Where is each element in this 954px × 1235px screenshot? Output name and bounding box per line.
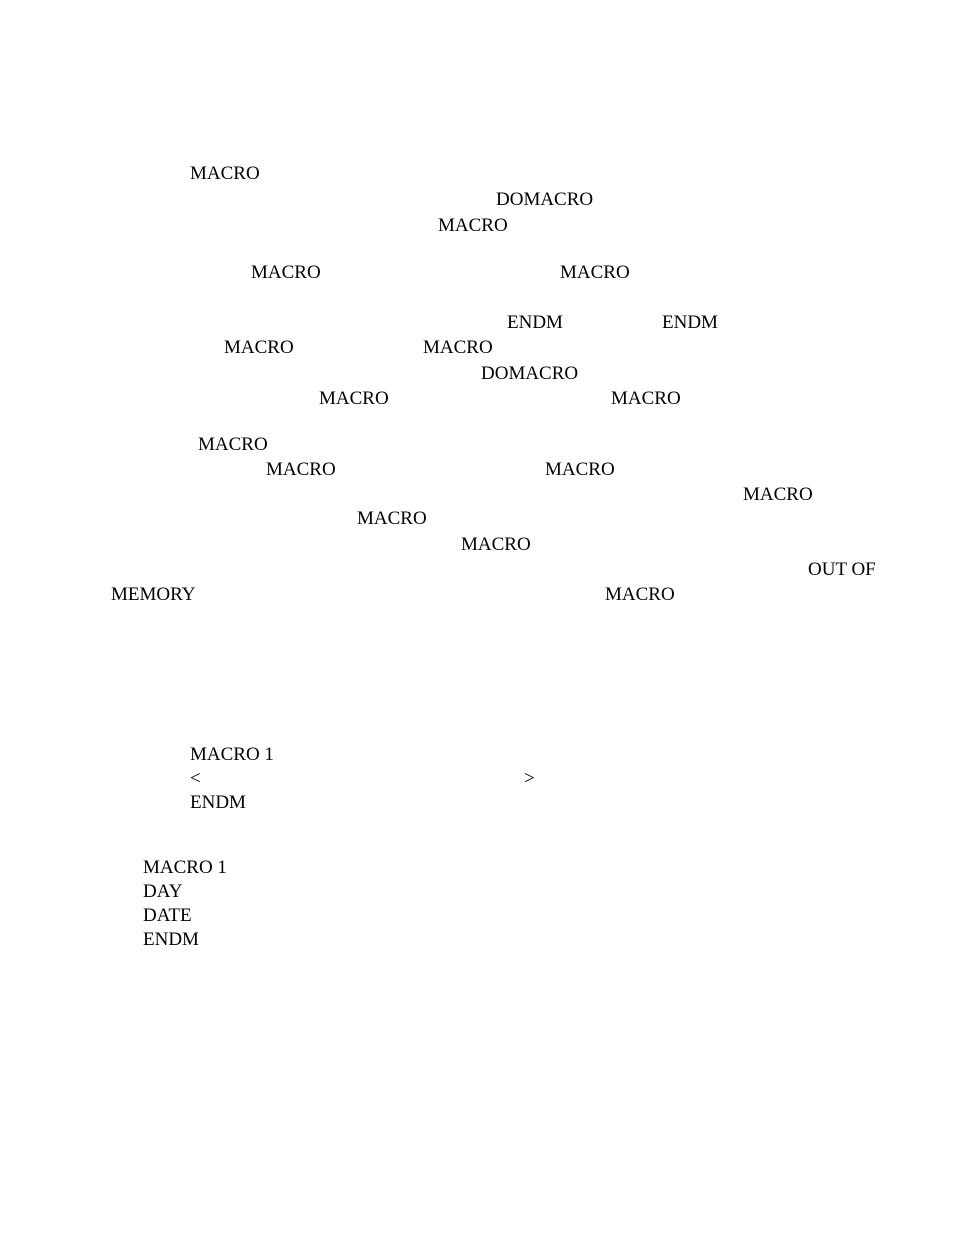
text-word: ENDM [662, 311, 718, 336]
text-word: MACRO [266, 458, 336, 483]
text-word: ENDM [190, 791, 246, 816]
text-word: MACRO [438, 214, 508, 239]
text-word: DOMACRO [496, 188, 593, 213]
text-word: MACRO [190, 162, 260, 187]
text-word: DOMACRO [481, 362, 578, 387]
text-word: MACRO [611, 387, 681, 412]
text-word: DATE [143, 904, 192, 929]
text-word: MACRO [461, 533, 531, 558]
text-word: MACRO [251, 261, 321, 286]
text-word: MACRO 1 [190, 743, 274, 768]
text-word: MACRO [545, 458, 615, 483]
text-word: ENDM [143, 928, 199, 953]
text-word: MACRO [743, 483, 813, 508]
text-word: > [524, 767, 535, 792]
text-word: DAY [143, 880, 182, 905]
text-word: MACRO [423, 336, 493, 361]
text-word: OUT OF [808, 558, 876, 583]
text-word: MACRO [198, 433, 268, 458]
text-word: MACRO [319, 387, 389, 412]
text-word: MACRO 1 [143, 856, 227, 881]
text-word: MACRO [357, 507, 427, 532]
text-word: MACRO [224, 336, 294, 361]
text-word: MEMORY [111, 583, 195, 608]
text-word: ENDM [507, 311, 563, 336]
text-word: MACRO [605, 583, 675, 608]
text-word: < [190, 767, 201, 792]
text-word: MACRO [560, 261, 630, 286]
